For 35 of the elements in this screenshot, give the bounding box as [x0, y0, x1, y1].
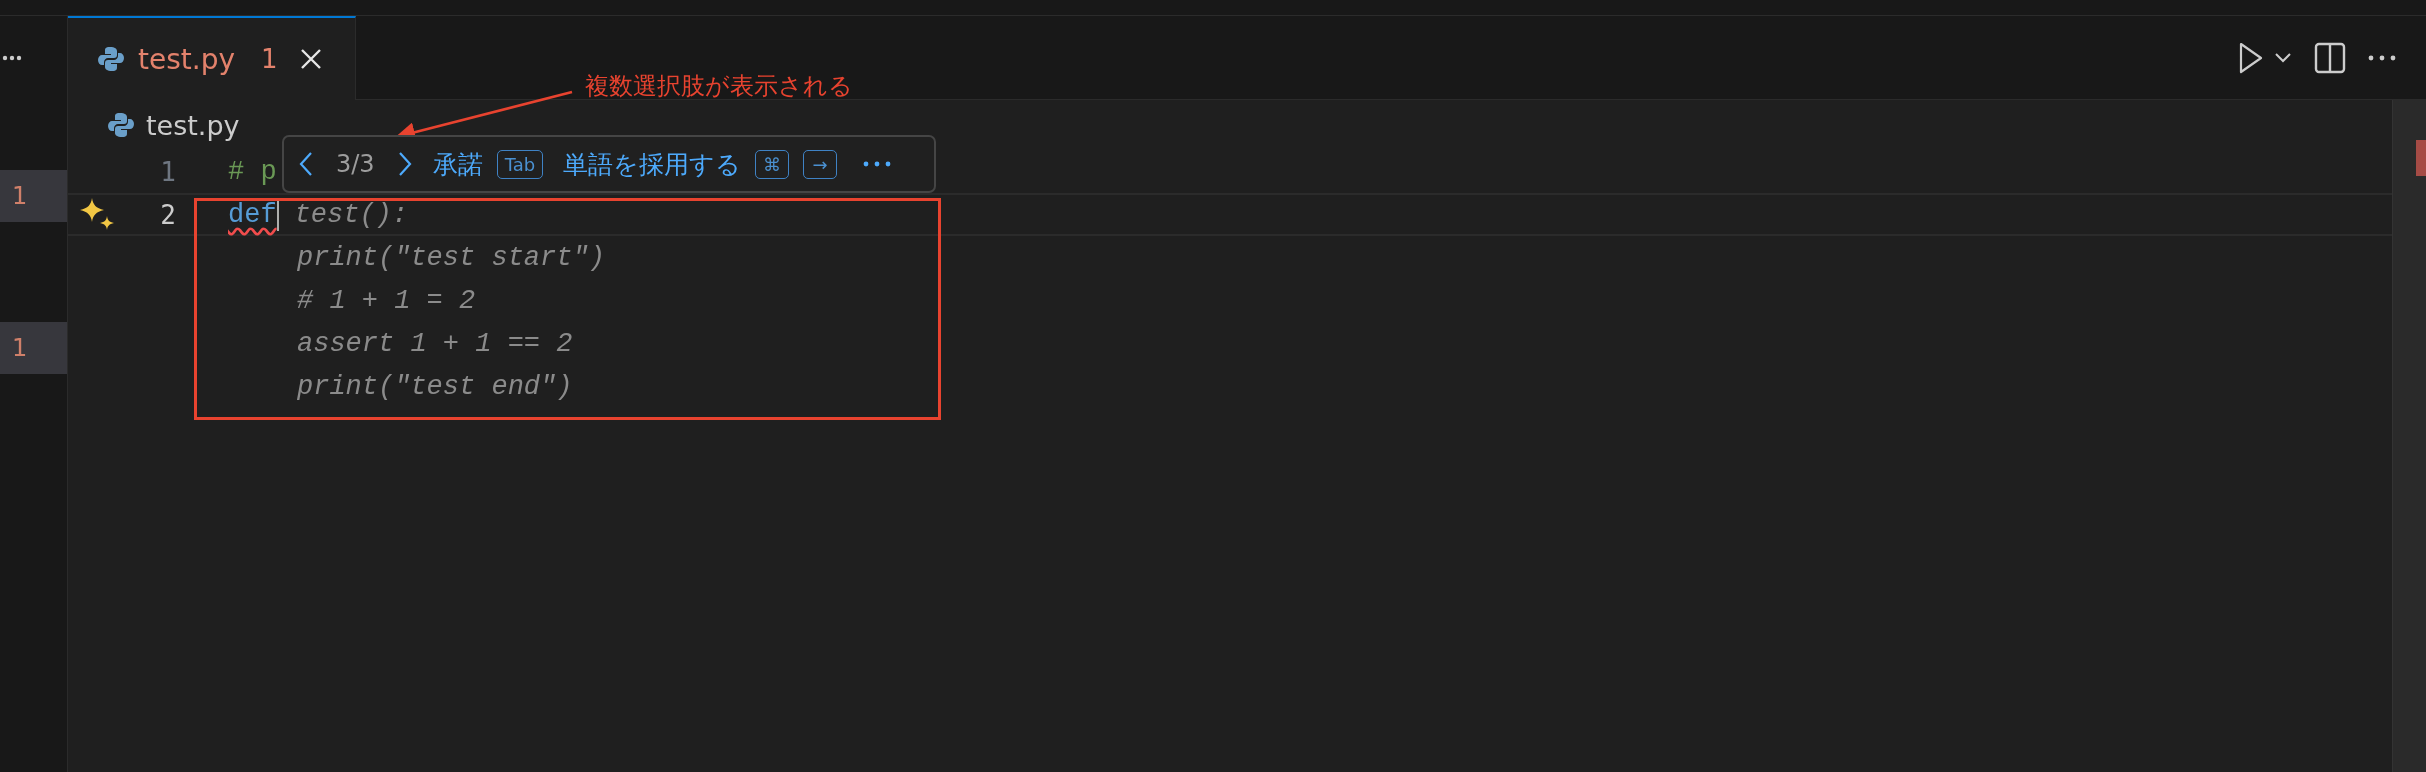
accept-word-button[interactable]: 単語を採用する: [563, 147, 742, 181]
ghost-suggestion: assert 1 + 1 == 2: [297, 328, 573, 359]
problem-count: 1: [0, 170, 67, 222]
line-number: 1: [159, 156, 176, 187]
python-icon: [98, 46, 124, 72]
code-text: # p: [228, 156, 277, 187]
breadcrumb-file[interactable]: test.py: [146, 109, 240, 141]
chevron-down-icon[interactable]: [2274, 51, 2292, 64]
text-cursor: [276, 198, 279, 231]
tab-label: test.py: [138, 42, 235, 76]
python-icon: [108, 112, 134, 138]
close-icon[interactable]: [299, 48, 322, 70]
ghost-suggestion: print("test end"): [297, 371, 573, 402]
error-marker: [2416, 140, 2426, 176]
code-text: def: [228, 199, 277, 230]
split-editor-icon[interactable]: [2314, 41, 2346, 74]
annotation-text: 複数選択肢が表示される: [585, 71, 853, 102]
key-hint: →: [803, 149, 838, 179]
more-icon[interactable]: [2368, 54, 2396, 61]
chevron-left-icon[interactable]: [298, 151, 314, 177]
more-icon[interactable]: [2, 55, 22, 61]
accept-button[interactable]: 承諾: [432, 147, 483, 181]
editor-tab[interactable]: test.py 1: [68, 16, 356, 100]
more-icon[interactable]: [863, 161, 892, 167]
ghost-suggestion: # 1 + 1 = 2: [297, 285, 476, 316]
tab-problem-count: 1: [261, 44, 278, 74]
play-icon[interactable]: [2238, 41, 2264, 74]
problem-count: 1: [0, 322, 67, 374]
suggestion-counter: 3/3: [336, 150, 375, 178]
line-number: 2: [159, 199, 176, 230]
ghost-suggestion: print("test start"): [297, 242, 605, 273]
key-hint: ⌘: [755, 149, 790, 179]
ghost-suggestion: test():: [294, 199, 409, 230]
key-hint: Tab: [496, 149, 544, 179]
chevron-right-icon[interactable]: [396, 151, 413, 177]
